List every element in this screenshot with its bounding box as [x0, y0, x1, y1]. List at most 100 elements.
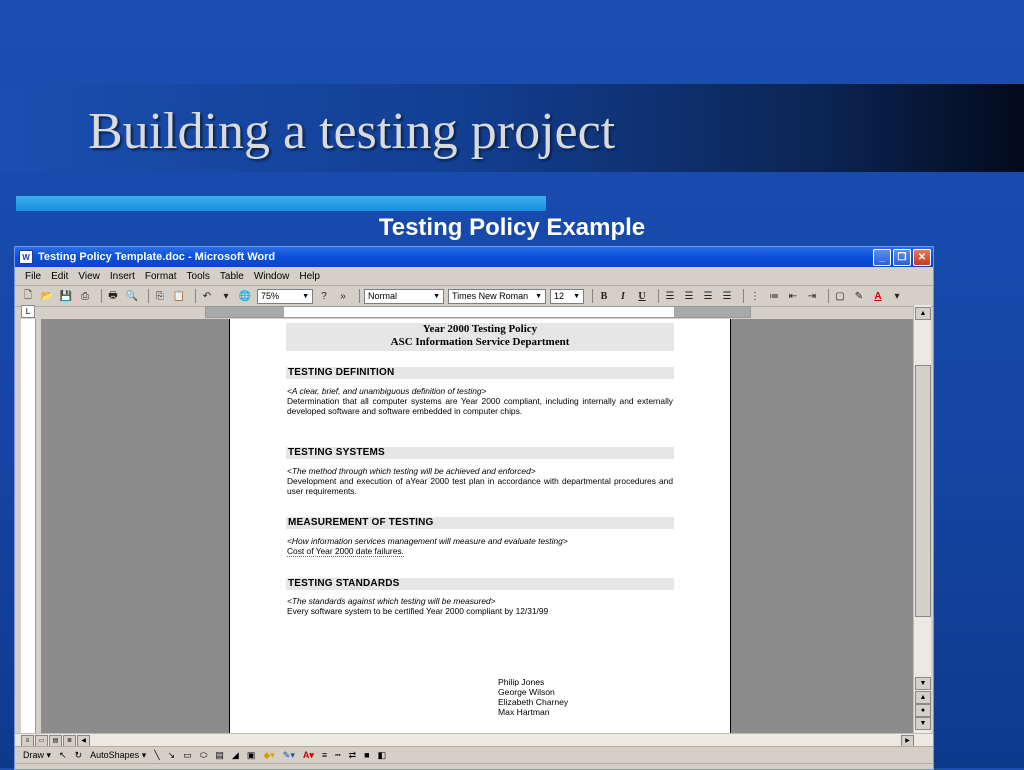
print-preview-icon[interactable]: 🔍	[125, 289, 139, 303]
align-right-icon[interactable]: ☰	[701, 289, 715, 303]
section-guidance: <The standards against which testing wil…	[287, 596, 496, 606]
print-icon[interactable]: 🖶	[106, 289, 120, 303]
section-heading: TESTING SYSTEMS	[286, 447, 674, 459]
new-document-icon[interactable]: 🗋	[21, 289, 35, 303]
arrow-icon[interactable]: ↘	[168, 750, 176, 761]
help-icon[interactable]: ?	[317, 289, 331, 303]
arrow-style-icon[interactable]: ⇄	[349, 750, 357, 761]
menu-help[interactable]: Help	[299, 271, 320, 282]
window-titlebar[interactable]: W Testing Policy Template.doc - Microsof…	[15, 247, 933, 267]
doc-title: Year 2000 Testing Policy	[422, 323, 538, 335]
section-heading: TESTING STANDARDS	[286, 578, 674, 590]
undo-icon[interactable]: ↶	[200, 289, 214, 303]
formatting-toolbar: 🗋 📂 💾 ⎙ 🖶 🔍 ⎘ 📋 ↶ ▾ 🌐 75% ▼ ? » Normal ▼ T…	[15, 286, 933, 307]
bullets-icon[interactable]: ≔	[767, 289, 781, 303]
drawing-toolbar: Draw ▾ ↖ ↻ AutoShapes ▾ ╲ ↘ ▭ ⬭ ▤ ◢ ▣ ◆▾…	[15, 746, 933, 763]
oval-icon[interactable]: ⬭	[200, 750, 208, 761]
align-left-icon[interactable]: ☰	[663, 289, 677, 303]
paste-icon[interactable]: 📋	[172, 289, 186, 303]
next-page-icon[interactable]: ▼	[915, 717, 931, 730]
menu-format[interactable]: Format	[145, 271, 177, 282]
open-folder-icon[interactable]: 📂	[40, 289, 54, 303]
save-icon[interactable]: 💾	[59, 289, 73, 303]
signatories: Philip Jones George Wilson Elizabeth Cha…	[498, 677, 568, 717]
scroll-up-icon[interactable]: ▲	[915, 307, 931, 320]
doc-department: ASC Information Service Department	[390, 336, 570, 348]
select-objects-icon[interactable]: ↖	[59, 750, 67, 761]
zoom-value: 75%	[261, 290, 280, 301]
border-icon[interactable]: ▢	[833, 289, 847, 303]
scroll-thumb[interactable]	[915, 365, 931, 617]
bold-button[interactable]: B	[597, 289, 611, 303]
font-select[interactable]: Times New Roman ▼	[448, 288, 546, 304]
toolbar-separator	[743, 289, 744, 303]
vertical-ruler[interactable]	[21, 319, 36, 733]
signatory: George Wilson	[498, 687, 555, 697]
menu-tools[interactable]: Tools	[187, 271, 210, 282]
numbering-icon[interactable]: ⋮	[748, 289, 762, 303]
toolbar-separator	[148, 289, 149, 303]
vertical-scrollbar[interactable]: ▲ ▼ ▲ ● ▼	[913, 305, 931, 733]
align-center-icon[interactable]: ☰	[682, 289, 696, 303]
clip-art-icon[interactable]: ▣	[247, 750, 256, 761]
rectangle-icon[interactable]: ▭	[183, 750, 192, 761]
italic-button[interactable]: I	[616, 289, 630, 303]
underline-button[interactable]: U	[635, 289, 649, 303]
copy-icon[interactable]: ⎘	[153, 289, 167, 303]
restore-button[interactable]: ❐	[893, 248, 911, 266]
font-size-select[interactable]: 12 ▼	[550, 288, 584, 304]
select-browse-object-icon[interactable]: ●	[915, 704, 931, 717]
dash-style-icon[interactable]: ┅	[335, 750, 340, 761]
toolbar-separator	[101, 289, 102, 303]
menu-table[interactable]: Table	[220, 271, 244, 282]
section-text: <The standards against which testing wil…	[287, 596, 587, 616]
increase-indent-icon[interactable]: ⇥	[805, 289, 819, 303]
wordart-icon[interactable]: ◢	[232, 750, 239, 761]
fill-color-icon[interactable]: ◆▾	[263, 750, 274, 761]
section-text: <How information services management wil…	[287, 536, 673, 557]
word-doc-icon: W	[19, 250, 33, 264]
close-button[interactable]: ✕	[913, 248, 931, 266]
decrease-indent-icon[interactable]: ⇤	[786, 289, 800, 303]
menu-file[interactable]: File	[25, 271, 41, 282]
menu-insert[interactable]: Insert	[110, 271, 135, 282]
chevron-down-icon: ▼	[433, 292, 440, 300]
3d-icon[interactable]: ◧	[378, 750, 387, 761]
justify-icon[interactable]: ☰	[720, 289, 734, 303]
menu-window[interactable]: Window	[254, 271, 290, 282]
ruler-right-margin	[674, 307, 750, 317]
web-globe-icon[interactable]: 🌐	[238, 289, 252, 303]
horizontal-ruler[interactable]	[205, 306, 751, 318]
tab-selector[interactable]: L	[21, 305, 35, 318]
signatory: Elizabeth Charney	[498, 697, 569, 707]
line-color-icon[interactable]: ✎▾	[283, 750, 295, 761]
previous-page-icon[interactable]: ▲	[915, 691, 931, 704]
free-rotate-icon[interactable]: ↻	[75, 750, 83, 761]
menu-edit[interactable]: Edit	[51, 271, 68, 282]
font-color-icon[interactable]: A	[871, 289, 885, 303]
toolbar-overflow-icon[interactable]: »	[336, 289, 350, 303]
permission-icon[interactable]: ⎙	[78, 289, 92, 303]
minimize-button[interactable]: _	[873, 248, 891, 266]
toolbar-options-icon[interactable]: ▾	[890, 289, 904, 303]
shadow-icon[interactable]: ■	[364, 750, 369, 760]
horizontal-scrollbar[interactable]: ≡ ▭ ▤ ≣ ◀ ▶	[15, 733, 933, 747]
line-style-icon[interactable]: ≡	[322, 750, 327, 760]
font-color-icon[interactable]: A▾	[303, 750, 314, 761]
chevron-down-icon: ▼	[535, 292, 542, 300]
line-icon[interactable]: ╲	[154, 750, 159, 761]
draw-menu[interactable]: Draw ▾	[23, 750, 51, 761]
highlight-icon[interactable]: ✎	[852, 289, 866, 303]
accent-bar	[16, 196, 546, 211]
section-heading: TESTING DEFINITION	[286, 367, 674, 379]
menu-view[interactable]: View	[78, 271, 100, 282]
undo-dropdown-icon[interactable]: ▾	[219, 289, 233, 303]
scroll-down-icon[interactable]: ▼	[915, 677, 931, 690]
ruler-left-margin	[206, 307, 284, 317]
autoshapes-menu[interactable]: AutoShapes ▾	[90, 750, 146, 761]
style-select[interactable]: Normal ▼	[364, 288, 444, 304]
zoom-select[interactable]: 75% ▼	[257, 288, 313, 304]
document-page[interactable]: Year 2000 Testing Policy ASC Information…	[229, 319, 731, 733]
document-area: Year 2000 Testing Policy ASC Information…	[41, 319, 913, 733]
text-box-icon[interactable]: ▤	[215, 750, 224, 761]
